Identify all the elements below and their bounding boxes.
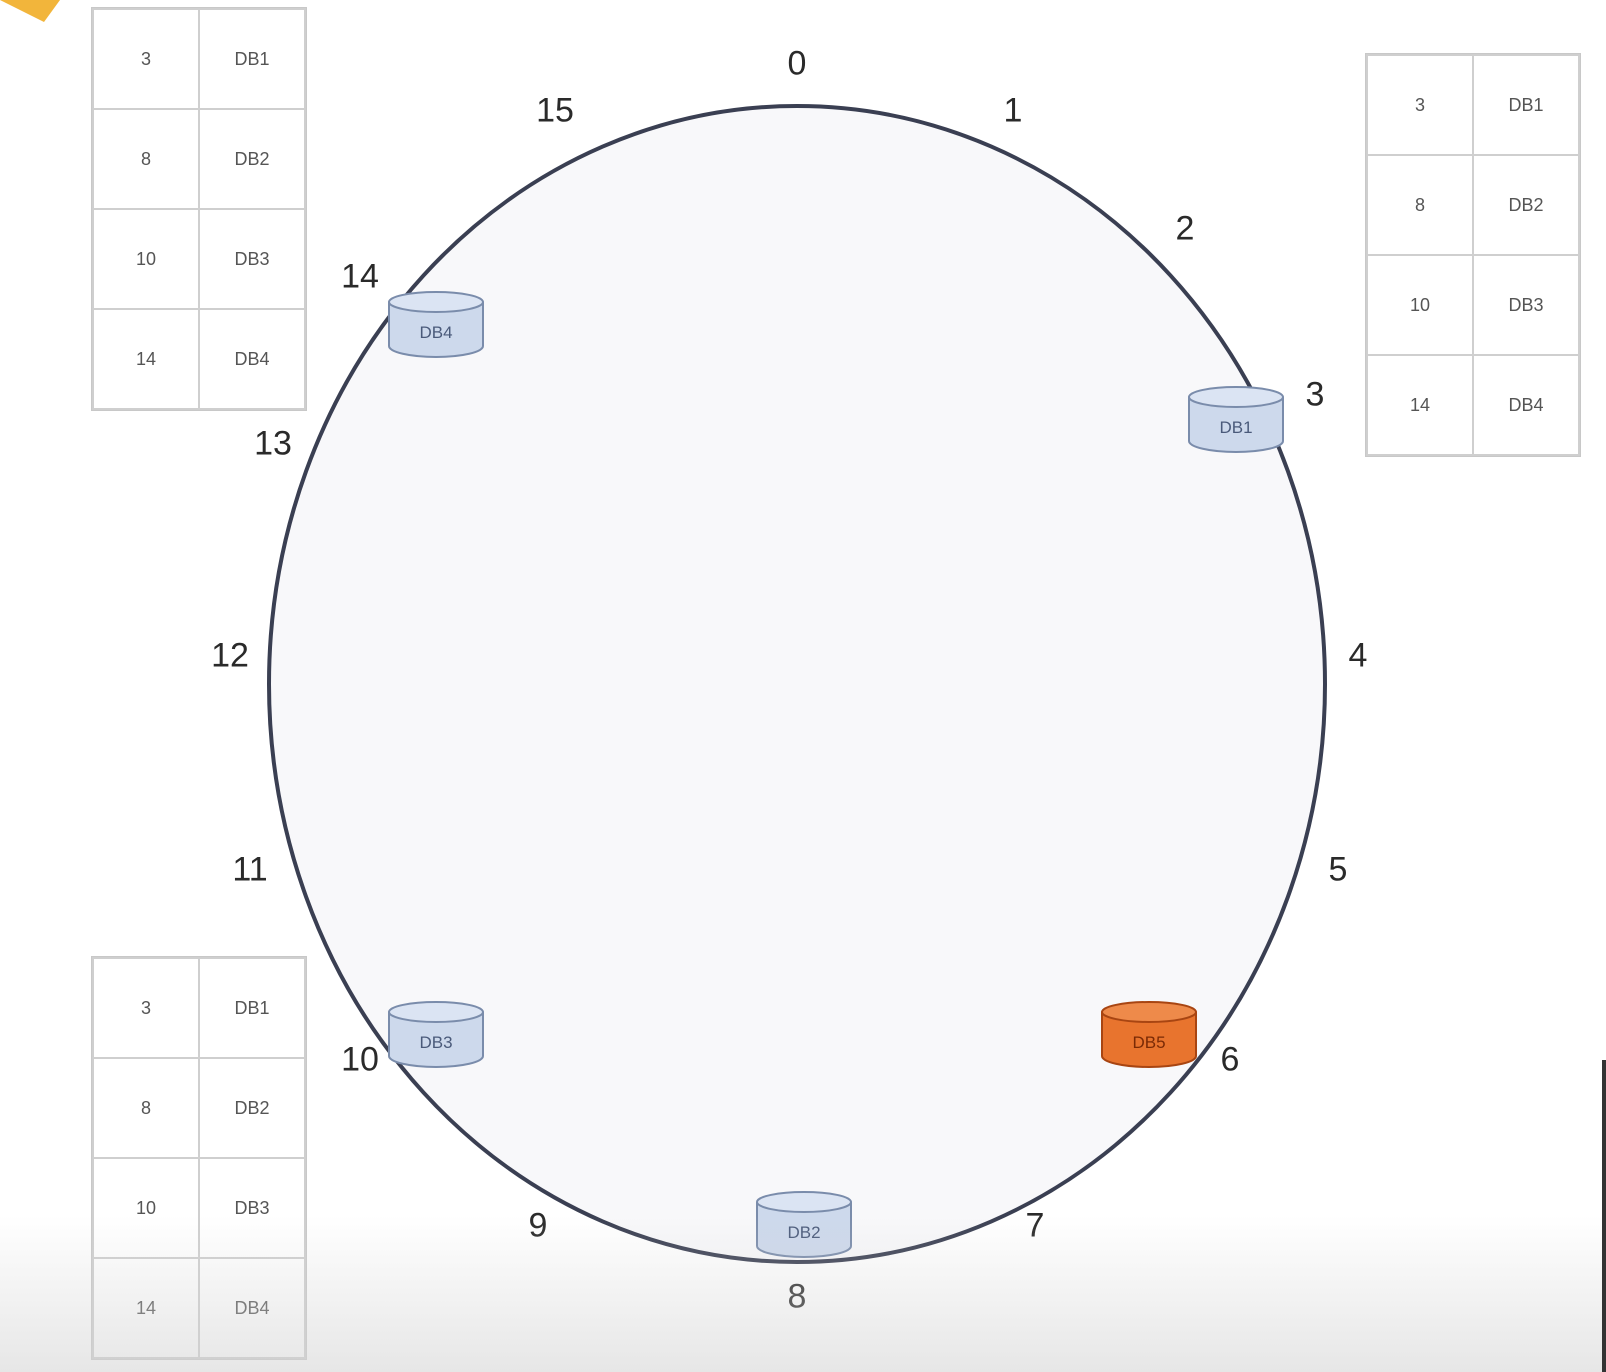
table-cell-db: DB2	[198, 1057, 306, 1159]
table-cell-key: 3	[92, 8, 200, 110]
database-node-db5[interactable]: DB5	[1100, 1000, 1198, 1070]
table-row: 8 DB2	[1366, 154, 1580, 256]
table-cell-key: 10	[92, 1157, 200, 1259]
hash-ring-circle	[267, 104, 1327, 1264]
table-cell-key: 3	[92, 957, 200, 1059]
table-cell-key: 10	[1366, 254, 1474, 356]
table-cell-db: DB4	[1472, 354, 1580, 456]
ring-position-10: 10	[341, 1040, 379, 1079]
ring-position-3: 3	[1305, 375, 1325, 414]
table-cell-db: DB3	[198, 1157, 306, 1259]
right-edge-divider	[1602, 1060, 1606, 1372]
table-row: 14 DB4	[1366, 354, 1580, 456]
ring-position-7: 7	[1025, 1206, 1045, 1245]
database-node-db3-label: DB3	[419, 1033, 453, 1052]
table-cell-db: DB4	[198, 1257, 306, 1359]
table-row: 8 DB2	[92, 1057, 306, 1159]
ring-position-13: 13	[254, 424, 292, 463]
table-cell-db: DB2	[198, 108, 306, 210]
ring-position-8: 8	[787, 1277, 807, 1316]
database-node-db2[interactable]: DB2	[755, 1190, 853, 1260]
ring-position-5: 5	[1328, 850, 1348, 889]
ring-position-15: 15	[536, 91, 574, 130]
table-cell-key: 14	[92, 308, 200, 410]
table-cell-db: DB1	[1472, 54, 1580, 156]
database-node-db4-label: DB4	[419, 323, 453, 342]
table-row: 10 DB3	[92, 208, 306, 310]
table-cell-key: 10	[92, 208, 200, 310]
table-row: 3 DB1	[92, 8, 306, 110]
database-node-db1[interactable]: DB1	[1187, 385, 1285, 455]
ring-position-4: 4	[1348, 636, 1368, 675]
ring-position-6: 6	[1220, 1040, 1240, 1079]
consistent-hashing-diagram: 0 1 2 3 4 5 6 7 8 9 10 11 12 13 14 15 DB…	[0, 0, 1606, 1372]
ring-position-11: 11	[232, 850, 268, 889]
table-row: 3 DB1	[92, 957, 306, 1059]
ring-position-14: 14	[341, 257, 379, 296]
table-row: 14 DB4	[92, 1257, 306, 1359]
table-cell-key: 8	[92, 108, 200, 210]
ring-position-9: 9	[528, 1206, 548, 1245]
routing-table-bottom-left: 3 DB1 8 DB2 10 DB3 14 DB4	[92, 957, 306, 1359]
table-cell-key: 14	[92, 1257, 200, 1359]
ring-position-2: 2	[1175, 209, 1195, 248]
table-row: 10 DB3	[92, 1157, 306, 1259]
routing-table-top-right: 3 DB1 8 DB2 10 DB3 14 DB4	[1366, 54, 1580, 456]
table-cell-key: 3	[1366, 54, 1474, 156]
database-node-db2-label: DB2	[787, 1223, 821, 1242]
database-node-db4[interactable]: DB4	[387, 290, 485, 360]
table-cell-db: DB1	[198, 8, 306, 110]
table-cell-db: DB3	[198, 208, 306, 310]
ring-position-1: 1	[1003, 91, 1023, 130]
table-cell-key: 14	[1366, 354, 1474, 456]
table-cell-key: 8	[92, 1057, 200, 1159]
table-cell-db: DB3	[1472, 254, 1580, 356]
table-cell-db: DB1	[198, 957, 306, 1059]
database-node-db5-label: DB5	[1132, 1033, 1166, 1052]
database-node-db1-label: DB1	[1219, 418, 1253, 437]
database-node-db3[interactable]: DB3	[387, 1000, 485, 1070]
ring-position-12: 12	[211, 636, 249, 675]
table-row: 10 DB3	[1366, 254, 1580, 356]
table-cell-db: DB4	[198, 308, 306, 410]
table-cell-key: 8	[1366, 154, 1474, 256]
table-row: 14 DB4	[92, 308, 306, 410]
table-cell-db: DB2	[1472, 154, 1580, 256]
table-row: 3 DB1	[1366, 54, 1580, 156]
table-row: 8 DB2	[92, 108, 306, 210]
ring-position-0: 0	[787, 44, 807, 83]
routing-table-top-left: 3 DB1 8 DB2 10 DB3 14 DB4	[92, 8, 306, 410]
